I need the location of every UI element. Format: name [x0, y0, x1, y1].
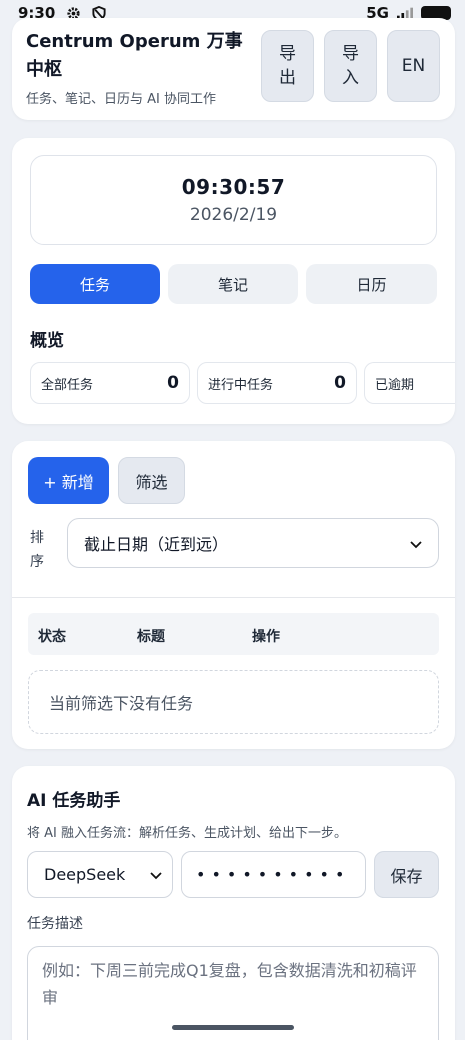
import-button[interactable]: 导入	[324, 30, 377, 102]
chevron-down-icon	[410, 534, 422, 553]
api-key-input[interactable]: ••••••••••	[181, 851, 366, 898]
stat-overdue: 已逾期	[364, 362, 455, 404]
app-subtitle: 任务、笔记、日历与 AI 协同工作	[26, 92, 216, 107]
column-actions: 操作	[252, 629, 280, 645]
stat-value: 0	[334, 373, 346, 393]
tab-tasks[interactable]: 任务	[30, 264, 160, 304]
tab-calendar[interactable]: 日历	[306, 264, 437, 304]
home-indicator[interactable]	[172, 1025, 294, 1030]
sort-value: 截止日期（近到远）	[84, 535, 229, 554]
sort-label: 排序	[30, 530, 44, 570]
header-card: Centrum Operum 万事中枢 任务、笔记、日历与 AI 协同工作 导出…	[12, 18, 455, 120]
sort-select[interactable]: 截止日期（近到远）	[67, 518, 439, 568]
table-header: 状态 标题 操作	[28, 613, 439, 655]
column-status[interactable]: 状态	[38, 626, 66, 646]
task-list-card: + 新增 筛选 排序 截止日期（近到远） 状态 标题 操作 当前筛选下没有任务	[12, 441, 455, 749]
ai-assistant-card: AI 任务助手 将 AI 融入任务流：解析任务、生成计划、给出下一步。 Deep…	[12, 766, 455, 1040]
language-toggle-button[interactable]: EN	[387, 30, 440, 102]
stat-value: 0	[167, 373, 179, 393]
stat-label: 进行中任务	[208, 377, 274, 393]
export-button[interactable]: 导出	[261, 30, 314, 102]
model-select[interactable]: DeepSeek	[27, 851, 173, 898]
app-title: Centrum Operum 万事中枢	[26, 31, 243, 80]
stat-label: 全部任务	[41, 377, 94, 393]
filter-button[interactable]: 筛选	[118, 457, 185, 504]
model-value: DeepSeek	[44, 865, 126, 884]
ai-assistant-title: AI 任务助手	[27, 791, 121, 811]
save-key-button[interactable]: 保存	[374, 851, 439, 898]
divider	[12, 597, 455, 598]
stat-in-progress: 进行中任务 0	[197, 362, 357, 404]
task-description-label: 任务描述	[27, 916, 83, 932]
add-task-button[interactable]: + 新增	[28, 457, 109, 504]
column-title[interactable]: 标题	[137, 626, 165, 646]
overview-title: 概览	[30, 331, 64, 351]
clock-panel: 09:30:57 2026/2/19	[30, 155, 437, 245]
ai-assistant-subtitle: 将 AI 融入任务流：解析任务、生成计划、给出下一步。	[27, 826, 347, 841]
clock-time: 09:30:57	[181, 175, 286, 199]
dashboard-card: 09:30:57 2026/2/19 任务 笔记 日历 概览 全部任务 0 进行…	[12, 138, 455, 424]
stat-all-tasks: 全部任务 0	[30, 362, 190, 404]
clock-date: 2026/2/19	[189, 205, 278, 225]
empty-state: 当前筛选下没有任务	[28, 670, 439, 734]
stat-label: 已逾期	[375, 377, 415, 393]
chevron-down-icon	[150, 865, 162, 884]
tab-notes[interactable]: 笔记	[168, 264, 298, 304]
